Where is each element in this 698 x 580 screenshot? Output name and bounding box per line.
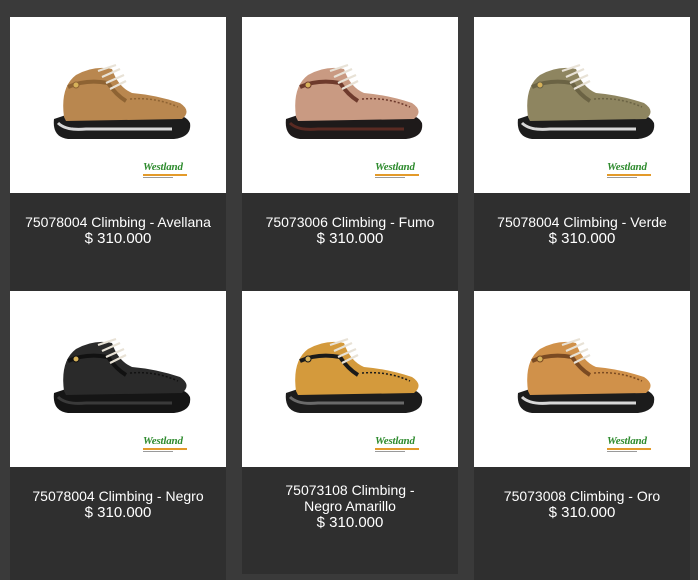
product-card-5[interactable]: Westland 75073108 Climbing - Negro Amari… <box>242 291 458 574</box>
shoe-image <box>517 337 655 413</box>
product-price: $ 310.000 <box>84 230 152 247</box>
product-card-6[interactable]: Westland 75073008 Climbing - Oro $ 310.0… <box>474 291 690 580</box>
westland-logo: Westland <box>607 435 653 452</box>
product-card-3[interactable]: Westland 75078004 Climbing - Verde $ 310… <box>474 17 690 292</box>
product-title[interactable]: 75073108 Climbing - Negro Amarillo <box>242 482 458 514</box>
product-title[interactable]: 75078004 Climbing - Negro <box>10 488 226 504</box>
brand-logo-text: Westland <box>607 161 647 173</box>
product-info: 75078004 Climbing - Avellana $ 310.000 <box>10 193 226 292</box>
product-info: 75073108 Climbing - Negro Amarillo $ 310… <box>242 467 458 574</box>
product-image[interactable]: Westland <box>10 17 226 193</box>
product-info: 75078004 Climbing - Negro $ 310.000 <box>10 467 226 580</box>
shoe-image <box>53 63 191 139</box>
product-price: $ 310.000 <box>548 230 616 247</box>
product-title[interactable]: 75078004 Climbing - Avellana <box>10 214 226 230</box>
product-price: $ 310.000 <box>84 504 152 521</box>
product-info: 75073006 Climbing - Fumo $ 310.000 <box>242 193 458 292</box>
brand-logo-text: Westland <box>607 435 647 447</box>
product-card-2[interactable]: Westland 75073006 Climbing - Fumo $ 310.… <box>242 17 458 292</box>
product-image[interactable]: Westland <box>242 291 458 467</box>
product-title[interactable]: 75078004 Climbing - Verde <box>474 214 690 230</box>
westland-logo: Westland <box>143 161 189 178</box>
product-price: $ 310.000 <box>316 514 384 531</box>
shoe-image <box>285 337 423 413</box>
product-price: $ 310.000 <box>316 230 384 247</box>
product-card-1[interactable]: Westland 75078004 Climbing - Avellana $ … <box>10 17 226 292</box>
product-price: $ 310.000 <box>548 504 616 521</box>
brand-logo-text: Westland <box>375 161 415 173</box>
product-card-4[interactable]: Westland 75078004 Climbing - Negro $ 310… <box>10 291 226 580</box>
brand-logo-text: Westland <box>143 161 183 173</box>
shoe-image <box>517 63 655 139</box>
product-info: 75073008 Climbing - Oro $ 310.000 <box>474 467 690 580</box>
product-image[interactable]: Westland <box>10 291 226 467</box>
shoe-image <box>53 337 191 413</box>
product-image[interactable]: Westland <box>474 291 690 467</box>
brand-logo-text: Westland <box>143 435 183 447</box>
brand-logo-text: Westland <box>375 435 415 447</box>
product-title[interactable]: 75073008 Climbing - Oro <box>474 488 690 504</box>
product-image[interactable]: Westland <box>242 17 458 193</box>
product-title[interactable]: 75073006 Climbing - Fumo <box>242 214 458 230</box>
product-info: 75078004 Climbing - Verde $ 310.000 <box>474 193 690 292</box>
shoe-image <box>285 63 423 139</box>
product-grid: Westland 75078004 Climbing - Avellana $ … <box>0 0 698 580</box>
westland-logo: Westland <box>375 435 421 452</box>
westland-logo: Westland <box>607 161 653 178</box>
westland-logo: Westland <box>375 161 421 178</box>
westland-logo: Westland <box>143 435 189 452</box>
product-image[interactable]: Westland <box>474 17 690 193</box>
